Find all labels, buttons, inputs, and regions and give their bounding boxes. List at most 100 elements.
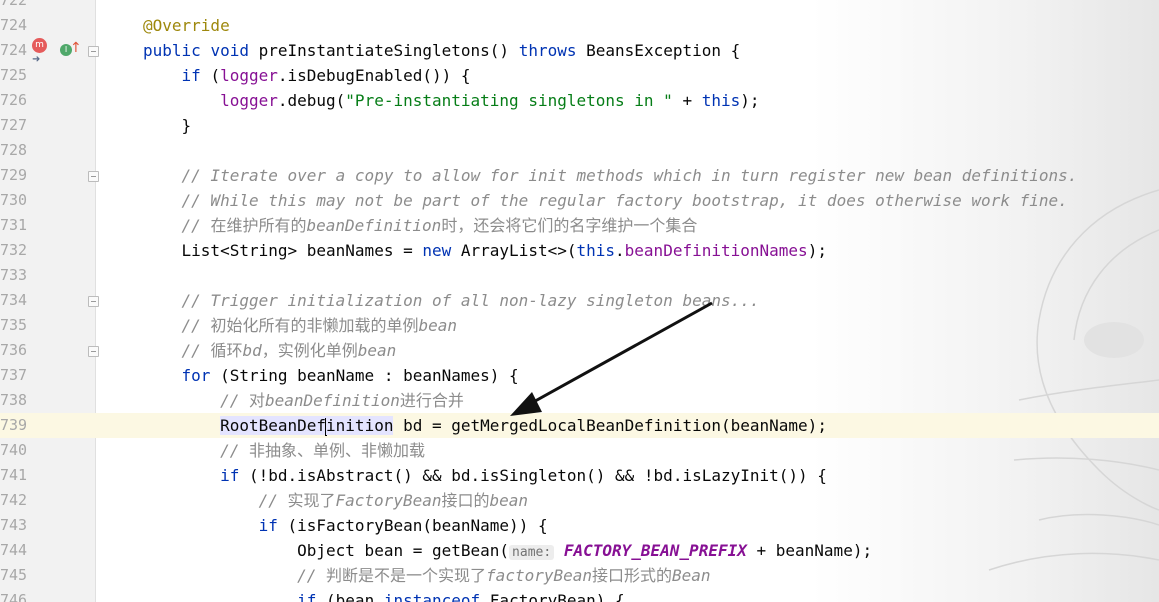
code-text[interactable]: // Iterate over a copy to allow for init… bbox=[143, 163, 1078, 188]
code-line[interactable]: 736 // 循环bd，实例化单例bean bbox=[0, 338, 1159, 363]
code-text[interactable]: // 非抽象、单例、非懒加载 bbox=[143, 438, 425, 463]
line-number[interactable]: 735 bbox=[0, 313, 27, 338]
code-line[interactable]: 726 logger.debug("Pre-instantiating sing… bbox=[0, 88, 1159, 113]
line-number[interactable]: 737 bbox=[0, 363, 27, 388]
line-number[interactable]: 740 bbox=[0, 438, 27, 463]
line-number[interactable]: 725 bbox=[0, 63, 27, 88]
code-token: void bbox=[210, 41, 259, 60]
code-text[interactable]: // 判断是不是一个实现了factoryBean接口形式的Bean bbox=[143, 563, 710, 588]
code-text[interactable]: } bbox=[143, 113, 192, 138]
code-text[interactable]: // 对beanDefinition进行合并 bbox=[143, 388, 464, 413]
code-line[interactable]: 740 // 非抽象、单例、非懒加载 bbox=[0, 438, 1159, 463]
code-line[interactable]: 734 // Trigger initialization of all non… bbox=[0, 288, 1159, 313]
code-text[interactable]: public void preInstantiateSingletons() t… bbox=[143, 38, 740, 63]
line-number[interactable]: 732 bbox=[0, 238, 27, 263]
line-number[interactable]: 746 bbox=[0, 588, 27, 602]
code-line[interactable]: 725 if (logger.isDebugEnabled()) { bbox=[0, 63, 1159, 88]
code-text[interactable]: for (String beanName : beanNames) { bbox=[143, 363, 519, 388]
line-number[interactable]: 728 bbox=[0, 138, 27, 163]
code-token: // bbox=[143, 216, 211, 235]
code-token: inition bbox=[326, 416, 394, 435]
code-line[interactable]: 735 // 初始化所有的非懒加载的单例bean bbox=[0, 313, 1159, 338]
code-line[interactable]: 730 // While this may not be part of the… bbox=[0, 188, 1159, 213]
line-number[interactable]: 731 bbox=[0, 213, 27, 238]
code-line[interactable]: 732 List<String> beanNames = new ArrayLi… bbox=[0, 238, 1159, 263]
code-token: 接口的 bbox=[441, 491, 490, 510]
code-line[interactable]: 737 for (String beanName : beanNames) { bbox=[0, 363, 1159, 388]
line-number[interactable]: 724 bbox=[0, 13, 27, 38]
code-text[interactable]: if (isFactoryBean(beanName)) { bbox=[143, 513, 548, 538]
code-line[interactable]: 733 bbox=[0, 263, 1159, 288]
code-line[interactable]: 724 @Override bbox=[0, 13, 1159, 38]
line-number[interactable]: 739 bbox=[0, 413, 27, 438]
code-line[interactable]: 745 // 判断是不是一个实现了factoryBean接口形式的Bean bbox=[0, 563, 1159, 588]
code-text[interactable]: logger.debug("Pre-instantiating singleto… bbox=[143, 88, 759, 113]
code-text[interactable]: if (logger.isDebugEnabled()) { bbox=[143, 63, 471, 88]
line-number[interactable]: 742 bbox=[0, 488, 27, 513]
code-line[interactable]: 724 public void preInstantiateSingletons(… bbox=[0, 38, 1159, 63]
code-token: 初始化所有的非懒加载的单例 bbox=[210, 316, 419, 335]
code-line[interactable]: 722 bbox=[0, 0, 1159, 13]
code-token: beanDefinitionNames bbox=[624, 241, 808, 260]
code-text[interactable]: // 循环bd，实例化单例bean bbox=[143, 338, 397, 363]
line-number[interactable]: 730 bbox=[0, 188, 27, 213]
code-line[interactable]: 729 // Iterate over a copy to allow for … bbox=[0, 163, 1159, 188]
code-line[interactable]: 743 if (isFactoryBean(beanName)) { bbox=[0, 513, 1159, 538]
code-token: this bbox=[701, 91, 741, 110]
code-text[interactable]: // 初始化所有的非懒加载的单例bean bbox=[143, 313, 457, 338]
line-number[interactable]: 744 bbox=[0, 538, 27, 563]
line-number[interactable]: 733 bbox=[0, 263, 27, 288]
code-token: + bbox=[672, 91, 702, 110]
line-number[interactable]: 745 bbox=[0, 563, 27, 588]
fold-toggle-icon[interactable] bbox=[88, 346, 99, 357]
code-text[interactable]: RootBeanDefinition bd = getMergedLocalBe… bbox=[143, 413, 827, 438]
code-token: 在维护所有的 bbox=[210, 216, 307, 235]
code-token: // While this may not be part of the reg… bbox=[143, 191, 1068, 210]
code-line[interactable]: 728 bbox=[0, 138, 1159, 163]
code-token: . bbox=[615, 241, 625, 260]
code-text[interactable]: // 实现了FactoryBean接口的bean bbox=[143, 488, 528, 513]
code-token: for bbox=[181, 366, 221, 385]
code-line[interactable]: 746 if (bean instanceof FactoryBean) { bbox=[0, 588, 1159, 602]
line-number[interactable]: 722 bbox=[0, 0, 27, 13]
code-token: // Iterate over a copy to allow for init… bbox=[143, 166, 1078, 185]
code-line[interactable]: 739 RootBeanDefinition bd = getMergedLoc… bbox=[0, 413, 1159, 438]
code-text[interactable]: if (!bd.isAbstract() && bd.isSingleton()… bbox=[143, 463, 827, 488]
code-text[interactable]: List<String> beanNames = new ArrayList<>… bbox=[143, 238, 827, 263]
line-number[interactable]: 727 bbox=[0, 113, 27, 138]
code-line[interactable]: 731 // 在维护所有的beanDefinition时，还会将它们的名字维护一… bbox=[0, 213, 1159, 238]
code-text[interactable]: // While this may not be part of the reg… bbox=[143, 188, 1068, 213]
line-number[interactable]: 734 bbox=[0, 288, 27, 313]
code-token: preInstantiateSingletons() bbox=[258, 41, 519, 60]
line-number[interactable]: 724 bbox=[0, 38, 27, 63]
code-text[interactable]: @Override bbox=[143, 13, 230, 38]
code-text[interactable]: Object bean = getBean(name: FACTORY_BEAN… bbox=[143, 538, 872, 565]
line-number[interactable]: 743 bbox=[0, 513, 27, 538]
code-line[interactable]: 738 // 对beanDefinition进行合并 bbox=[0, 388, 1159, 413]
code-token: beanDefinition bbox=[306, 216, 442, 235]
code-text[interactable]: if (bean instanceof FactoryBean) { bbox=[143, 588, 625, 602]
code-token: + beanName); bbox=[746, 541, 873, 560]
code-line[interactable]: 741 if (!bd.isAbstract() && bd.isSinglet… bbox=[0, 463, 1159, 488]
code-token: RootBeanDef bbox=[220, 416, 327, 435]
code-line[interactable]: 727 } bbox=[0, 113, 1159, 138]
code-editor[interactable]: m ➜ I ↑ 722 724 @Override 724 public void pr… bbox=[0, 0, 1159, 602]
code-token: beanDefinition bbox=[264, 391, 400, 410]
fold-toggle-icon[interactable] bbox=[88, 46, 99, 57]
code-line[interactable]: 744 Object bean = getBean(name: FACTORY_… bbox=[0, 538, 1159, 563]
line-number[interactable]: 741 bbox=[0, 463, 27, 488]
code-token: bean bbox=[357, 341, 397, 360]
code-line[interactable]: 742 // 实现了FactoryBean接口的bean bbox=[0, 488, 1159, 513]
fold-toggle-icon[interactable] bbox=[88, 296, 99, 307]
code-text[interactable]: // 在维护所有的beanDefinition时，还会将它们的名字维护一个集合 bbox=[143, 213, 698, 238]
line-number[interactable]: 736 bbox=[0, 338, 27, 363]
code-text[interactable]: // Trigger initialization of all non-laz… bbox=[143, 288, 760, 313]
line-number[interactable]: 726 bbox=[0, 88, 27, 113]
code-token: FactoryBean bbox=[335, 491, 442, 510]
line-number[interactable]: 738 bbox=[0, 388, 27, 413]
fold-toggle-icon[interactable] bbox=[88, 171, 99, 182]
line-number[interactable]: 729 bbox=[0, 163, 27, 188]
